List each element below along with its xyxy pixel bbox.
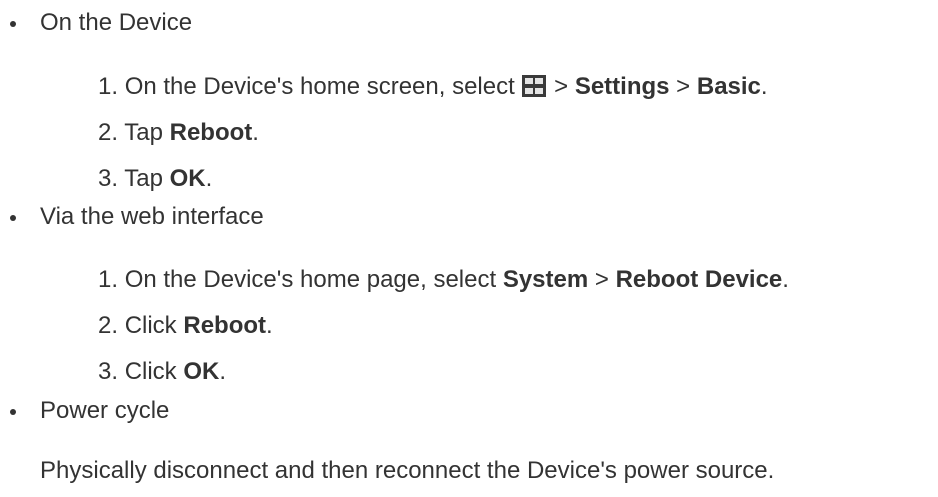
step-text: Click (124, 312, 184, 339)
step-number: 3. (98, 358, 125, 385)
bullet-title: Via the web interface (40, 203, 264, 230)
step-item: 3. Click OK. (98, 357, 226, 387)
menu-name-basic: Basic (696, 73, 761, 100)
step-item: 1. On the Device's home screen, select >… (98, 72, 768, 102)
power-cycle-description: Physically disconnect and then reconnect… (40, 457, 775, 484)
step-text: Tap (124, 165, 170, 192)
step-number: 1. (98, 266, 125, 293)
bullet-icon (10, 409, 16, 415)
button-name-reboot: Reboot (169, 119, 253, 146)
button-name-ok: OK (169, 165, 206, 192)
step-item: 2. Tap Reboot. (98, 118, 259, 148)
step-number: 3. (98, 165, 125, 192)
bullet-icon (10, 21, 16, 27)
step-end: . (760, 73, 768, 100)
bullet-icon (10, 215, 16, 221)
button-name-ok: OK (183, 358, 220, 385)
separator: > (669, 73, 697, 100)
step-text: On the Device's home page, select (124, 266, 503, 293)
menu-name-settings: Settings (574, 73, 670, 100)
step-number: 1. (98, 73, 125, 100)
instructions-document: On the Device 1. On the Device's home sc… (0, 0, 938, 497)
step-text: Tap (124, 119, 170, 146)
bullet-title: On the Device (40, 9, 193, 36)
step-end: . (782, 266, 789, 293)
step-number: 2. (98, 119, 125, 146)
step-end: . (266, 312, 273, 339)
step-text: Click (124, 358, 184, 385)
button-name-reboot: Reboot (183, 312, 267, 339)
menu-name-reboot-device: Reboot Device (615, 266, 783, 293)
separator: > (547, 73, 575, 100)
step-end: . (252, 119, 259, 146)
step-number: 2. (98, 312, 125, 339)
separator: > (588, 266, 616, 293)
step-end: . (205, 165, 213, 192)
step-item: 2. Click Reboot. (98, 311, 273, 341)
grid-menu-icon (522, 75, 547, 97)
bullet-title: Power cycle (40, 397, 170, 424)
step-text: On the Device's home screen, select (124, 73, 522, 100)
step-item: 3. Tap OK. (98, 164, 212, 194)
menu-name-system: System (502, 266, 589, 293)
step-end: . (219, 358, 227, 385)
step-item: 1. On the Device's home page, select Sys… (98, 265, 789, 295)
